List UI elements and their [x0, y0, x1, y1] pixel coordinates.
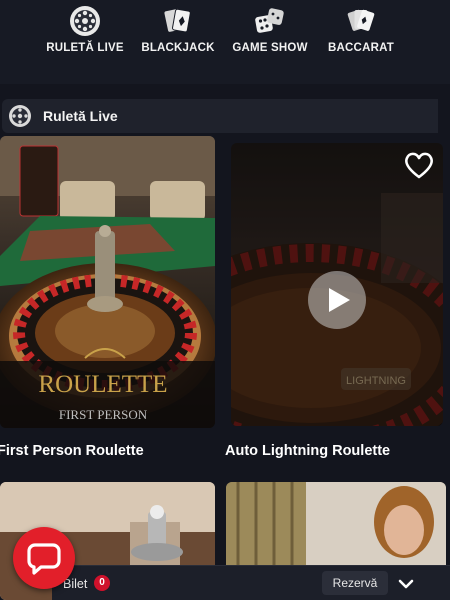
game-title[interactable]: Auto Lightning Roulette [225, 443, 390, 459]
nav-label: BACCARAT [328, 42, 394, 54]
game-title[interactable]: First Person Roulette [0, 443, 144, 459]
nav-label: GAME SHOW [232, 42, 308, 54]
nav-item-baccarat[interactable]: BACCARAT [326, 4, 396, 64]
bet-slip-bar: Bilet 0 Rezervă [52, 565, 450, 600]
nav-label: BLACKJACK [141, 42, 215, 54]
play-button[interactable] [308, 271, 366, 329]
favorite-heart-icon[interactable] [403, 150, 435, 180]
roulette-wheel-icon [70, 6, 100, 36]
logo-line-1: ROULETTE [38, 371, 167, 398]
chat-bubble-icon [27, 543, 61, 575]
dice-icon [255, 8, 284, 33]
nav-item-game-show[interactable]: GAME SHOW [230, 4, 310, 64]
nav-label: RULETĂ LIVE [46, 42, 124, 54]
category-nav: RULETĂ LIVE BLACKJACK GAME SHOW BACCARAT [0, 0, 450, 84]
reserve-button[interactable]: Rezervă [322, 571, 388, 595]
nav-item-ruleta-live[interactable]: RULETĂ LIVE [46, 4, 124, 64]
chevron-down-icon[interactable] [396, 575, 416, 593]
game-thumbnail: ROULETTE FIRST PERSON [0, 136, 215, 428]
roulette-wheel-icon [9, 105, 31, 127]
ticket-count-badge: 0 [94, 575, 110, 591]
card-fan-icon [347, 9, 375, 31]
live-chat-button[interactable] [13, 527, 75, 589]
play-icon [329, 288, 350, 312]
playing-cards-icon [164, 8, 191, 33]
game-card-first-person-roulette[interactable]: ROULETTE FIRST PERSON [0, 136, 215, 428]
section-title: Ruletă Live [43, 108, 118, 124]
nav-item-blackjack[interactable]: BLACKJACK [141, 4, 215, 64]
section-header: Ruletă Live [2, 99, 438, 133]
logo-line-2: FIRST PERSON [59, 407, 148, 422]
